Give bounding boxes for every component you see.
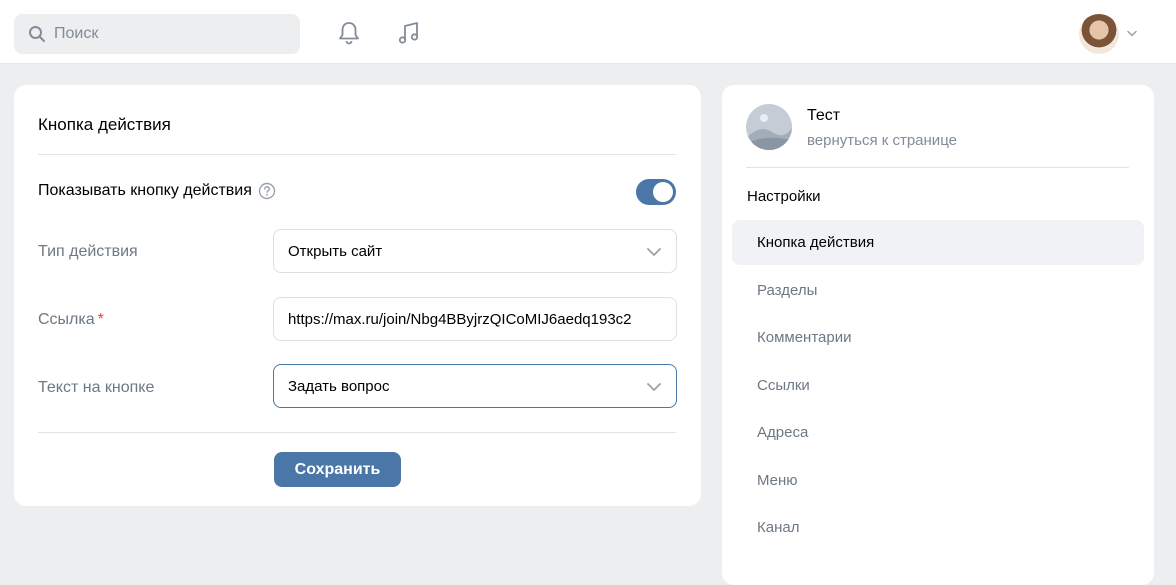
landscape-icon (746, 104, 792, 150)
link-label: Ссылка * (38, 311, 104, 329)
toggle-label-text: Показывать кнопку действия (38, 182, 252, 199)
divider (38, 154, 676, 155)
show-action-button-toggle[interactable] (636, 179, 676, 205)
search-placeholder: Поиск (54, 25, 99, 42)
search-box[interactable]: Поиск (14, 14, 300, 54)
divider (38, 432, 676, 433)
required-mark: * (97, 311, 104, 328)
user-avatar[interactable] (1079, 14, 1119, 54)
bell-icon[interactable] (336, 20, 362, 46)
community-avatar[interactable] (746, 104, 792, 150)
top-bar: Поиск (0, 0, 1176, 64)
sidebar-item-sections[interactable]: Разделы (732, 268, 1144, 313)
chevron-down-icon (647, 248, 661, 256)
link-input[interactable]: https://max.ru/join/Nbg4BByjrzQICoMIJ6ae… (273, 297, 677, 341)
sidebar-item-action-button[interactable]: Кнопка действия (732, 220, 1144, 265)
community-name: Тест (807, 107, 841, 124)
back-to-page-link[interactable]: вернуться к странице (807, 132, 957, 149)
button-text-label: Текст на кнопке (38, 379, 155, 396)
action-type-select[interactable]: Открыть сайт (273, 229, 677, 273)
music-icon[interactable] (396, 20, 422, 46)
show-action-button-label: Показывать кнопку действия (38, 182, 276, 200)
sidebar-item-links[interactable]: Ссылки (732, 363, 1144, 408)
divider (746, 167, 1129, 168)
action-button-settings-card: Кнопка действия Показывать кнопку действ… (14, 85, 701, 506)
help-icon[interactable] (258, 182, 276, 200)
action-type-label: Тип действия (38, 243, 138, 260)
button-text-select[interactable]: Задать вопрос (273, 364, 677, 408)
action-type-value: Открыть сайт (288, 242, 383, 260)
save-button[interactable]: Сохранить (274, 452, 401, 487)
settings-sidebar: Тест вернуться к странице Настройки Кноп… (722, 85, 1154, 585)
chevron-down-icon (647, 383, 661, 391)
link-value: https://max.ru/join/Nbg4BByjrzQICoMIJ6ae… (288, 310, 632, 328)
sidebar-item-menu[interactable]: Меню (732, 458, 1144, 503)
link-label-text: Ссылка (38, 311, 95, 328)
sidebar-item-channel[interactable]: Канал (732, 505, 1144, 550)
button-text-value: Задать вопрос (288, 377, 390, 395)
sidebar-item-addresses[interactable]: Адреса (732, 410, 1144, 455)
sidebar-item-comments[interactable]: Комментарии (732, 315, 1144, 360)
settings-heading: Настройки (747, 188, 821, 205)
search-icon (29, 26, 45, 42)
card-title: Кнопка действия (38, 115, 171, 134)
chevron-down-icon[interactable] (1126, 27, 1138, 39)
toggle-knob (653, 182, 673, 202)
